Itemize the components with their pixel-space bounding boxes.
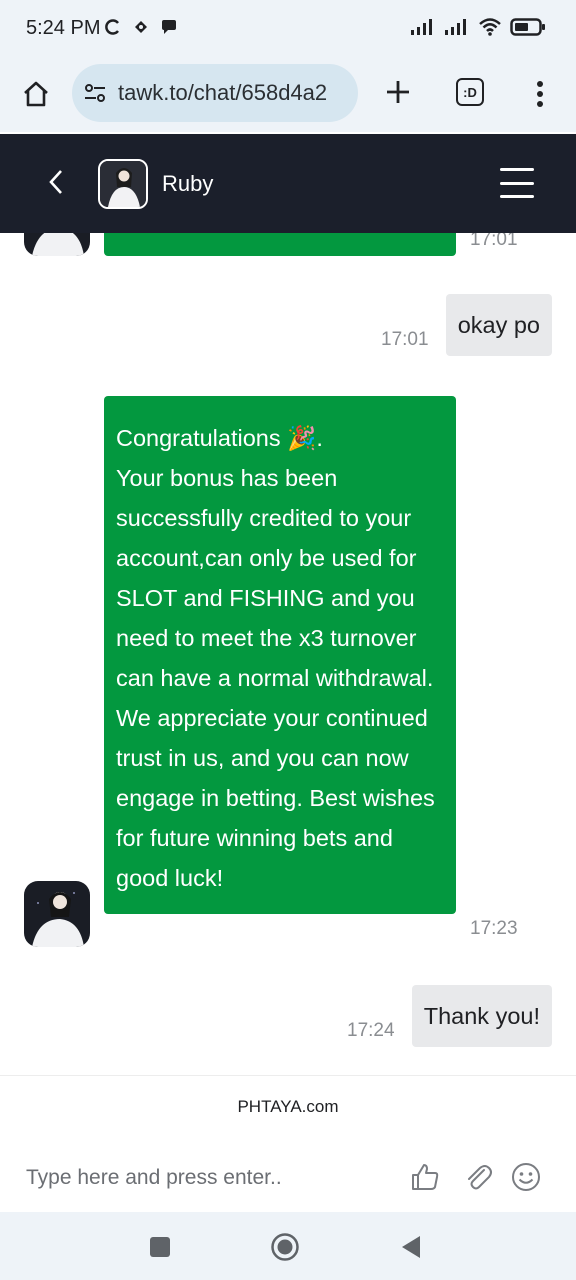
square-icon	[150, 1237, 170, 1257]
more-vertical-icon	[537, 81, 543, 107]
browser-toolbar: tawk.to/chat/658d4a2 :D	[0, 56, 576, 132]
hamburger-line	[500, 181, 534, 185]
chat-header: Ruby	[0, 134, 576, 233]
message-list[interactable]: 17:01 17:01 okay po Congratulations 🎉. Yo…	[0, 233, 576, 1075]
agent-message-bubble	[104, 233, 456, 256]
user-message-bubble: okay po	[445, 294, 552, 356]
agent-message-avatar	[24, 881, 90, 947]
address-bar[interactable]: tawk.to/chat/658d4a2	[72, 64, 358, 122]
chat-notification-icon	[162, 20, 176, 34]
agent-message-text: Your bonus has been successfully credite…	[116, 465, 435, 891]
recents-button[interactable]	[145, 1232, 175, 1262]
chevron-left-icon	[49, 170, 62, 194]
user-message-bubble: Thank you!	[411, 985, 552, 1047]
smiley-icon	[512, 1163, 540, 1191]
status-bar: 5:24 PM	[0, 0, 576, 56]
notification-app-icon	[135, 21, 147, 33]
home-nav-button[interactable]	[270, 1232, 300, 1262]
chat-menu-button[interactable]	[500, 168, 534, 198]
circle-home-icon	[271, 1233, 299, 1261]
sync-icon	[105, 19, 119, 35]
message-composer	[0, 1150, 576, 1206]
new-tab-button[interactable]	[380, 74, 416, 110]
message-input[interactable]	[26, 1162, 396, 1194]
system-navigation-bar	[0, 1212, 576, 1280]
message-time: 17:01	[381, 329, 429, 350]
message-time: 17:01	[470, 233, 518, 250]
tab-switcher-button[interactable]: :D	[456, 78, 484, 106]
wifi-icon	[479, 18, 501, 36]
paperclip-icon	[468, 1165, 492, 1190]
plus-icon	[387, 81, 409, 103]
browser-menu-button[interactable]	[526, 76, 554, 112]
triangle-back-icon	[402, 1236, 420, 1258]
thumbs-up-button[interactable]	[408, 1160, 442, 1194]
site-settings-icon[interactable]	[82, 80, 108, 106]
status-notification-icons	[104, 18, 178, 36]
brand-label: PHTAYA.com	[237, 1097, 339, 1116]
agent-message-text-line1: Congratulations 🎉.	[116, 425, 323, 451]
home-icon	[24, 81, 48, 107]
agent-message-bubble: Congratulations 🎉. Your bonus has been su…	[104, 396, 456, 914]
emoji-button[interactable]	[509, 1160, 543, 1194]
back-button[interactable]	[40, 166, 72, 198]
status-time: 5:24 PM	[26, 17, 101, 39]
message-time: 17:24	[347, 1020, 395, 1041]
agent-message-avatar	[24, 233, 90, 256]
thumbs-up-icon	[412, 1164, 439, 1190]
attach-button[interactable]	[461, 1160, 495, 1194]
signal-icon	[411, 19, 432, 35]
back-nav-button[interactable]	[396, 1232, 426, 1262]
hamburger-line	[500, 195, 534, 198]
signal-2-icon	[445, 19, 466, 35]
battery-icon	[510, 18, 545, 36]
home-button[interactable]	[18, 76, 54, 112]
url-text: tawk.to/chat/658d4a2	[118, 80, 328, 105]
status-system-icons	[410, 17, 546, 37]
agent-avatar	[98, 159, 148, 209]
agent-name: Ruby	[162, 171, 214, 196]
footer-divider	[0, 1075, 576, 1076]
message-time: 17:23	[470, 918, 518, 939]
hamburger-line	[500, 168, 534, 171]
